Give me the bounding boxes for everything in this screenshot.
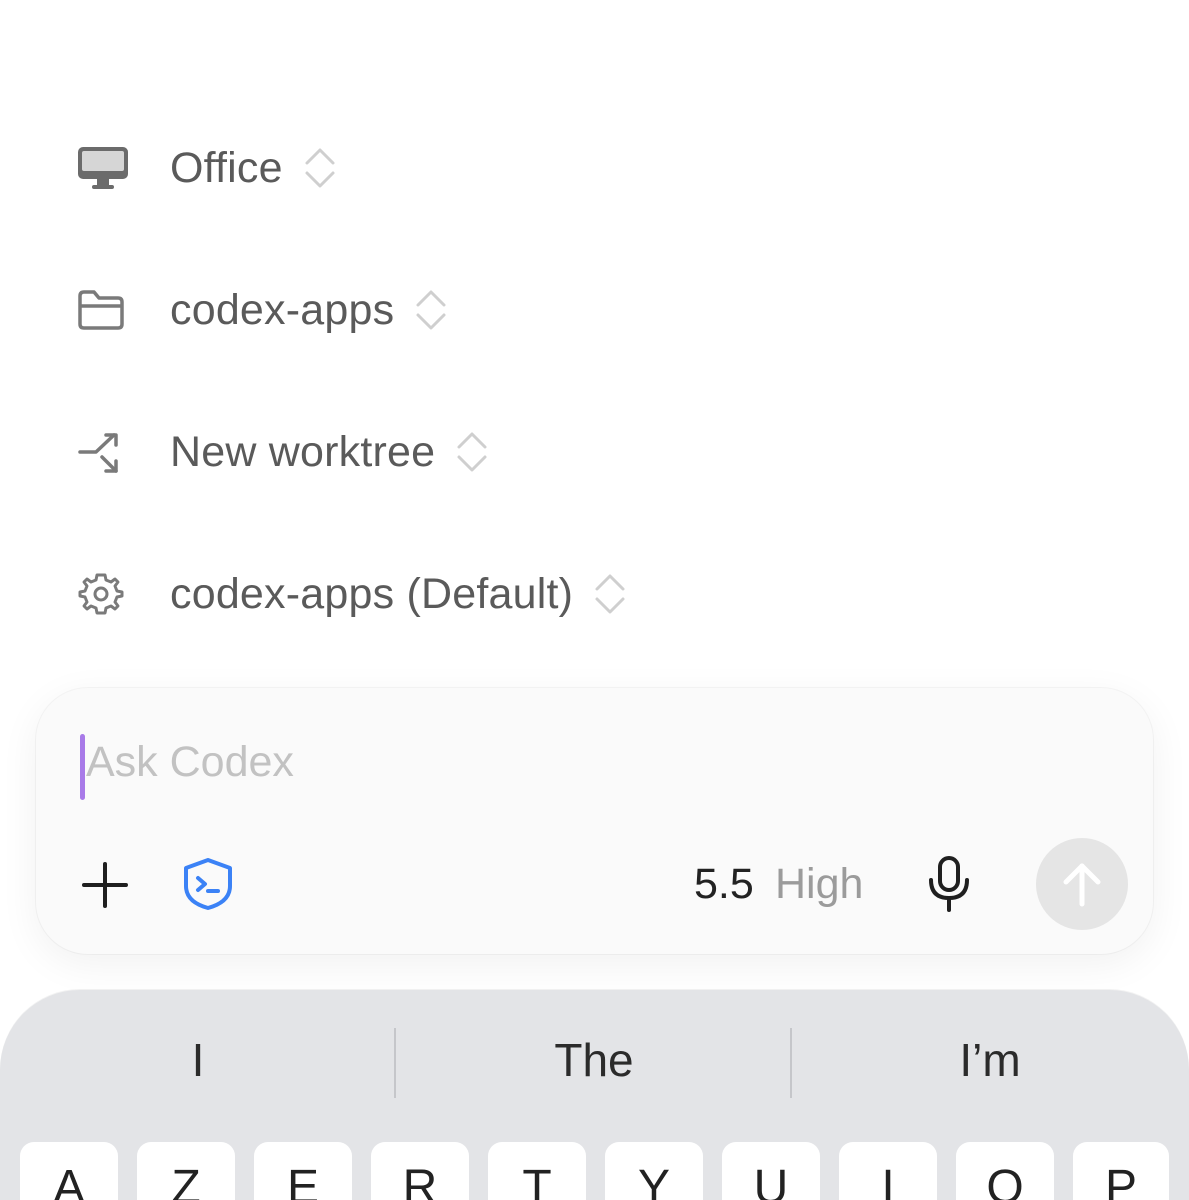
repository-selector[interactable]: codex-apps: [76, 280, 448, 340]
config-selector[interactable]: codex-apps (Default): [76, 564, 627, 624]
chevron-updown-icon: [593, 572, 627, 616]
microphone-icon: [929, 856, 969, 912]
prompt-input[interactable]: Ask Codex: [86, 738, 294, 787]
text-caret: [80, 734, 85, 800]
gear-icon: [76, 567, 130, 621]
key[interactable]: E: [254, 1142, 352, 1200]
key[interactable]: Y: [605, 1142, 703, 1200]
arrow-up-icon: [1063, 863, 1101, 907]
key[interactable]: A: [20, 1142, 118, 1200]
repository-label: codex-apps: [170, 285, 395, 334]
environment-label: Office: [170, 143, 283, 192]
new-task-screen: Office codex-apps New worktree codex-app…: [0, 0, 1189, 1200]
composer: Ask Codex 5.5 High: [36, 688, 1153, 954]
key[interactable]: U: [722, 1142, 820, 1200]
config-label: codex-apps (Default): [170, 569, 574, 618]
add-attachment-button[interactable]: [80, 860, 130, 910]
predictive-bar: I The I’m: [0, 1020, 1189, 1100]
shield-terminal-icon: [184, 858, 232, 910]
folder-icon: [76, 283, 130, 337]
key[interactable]: T: [488, 1142, 586, 1200]
chevron-updown-icon: [303, 146, 337, 190]
reasoning-effort-selector[interactable]: High: [775, 860, 863, 909]
suggestion-item[interactable]: The: [396, 1020, 792, 1100]
key[interactable]: O: [956, 1142, 1054, 1200]
key[interactable]: I: [839, 1142, 937, 1200]
environment-selector[interactable]: Office: [76, 138, 337, 198]
key[interactable]: R: [371, 1142, 469, 1200]
send-button[interactable]: [1036, 838, 1128, 930]
worktree-label: New worktree: [170, 427, 436, 476]
suggestion-item[interactable]: I: [0, 1020, 396, 1100]
plus-icon: [82, 862, 128, 908]
chevron-updown-icon: [414, 288, 448, 332]
chevron-updown-icon: [455, 430, 489, 474]
onscreen-keyboard: I The I’m A Z E R T Y U I O P: [0, 990, 1189, 1200]
suggestion-item[interactable]: I’m: [792, 1020, 1188, 1100]
branch-icon: [76, 425, 130, 479]
voice-input-button[interactable]: [924, 854, 974, 914]
permissions-button[interactable]: [180, 856, 236, 912]
key[interactable]: Z: [137, 1142, 235, 1200]
desktop-icon: [76, 141, 130, 195]
key[interactable]: P: [1073, 1142, 1169, 1200]
worktree-selector[interactable]: New worktree: [76, 422, 489, 482]
model-selector[interactable]: 5.5: [694, 860, 754, 909]
